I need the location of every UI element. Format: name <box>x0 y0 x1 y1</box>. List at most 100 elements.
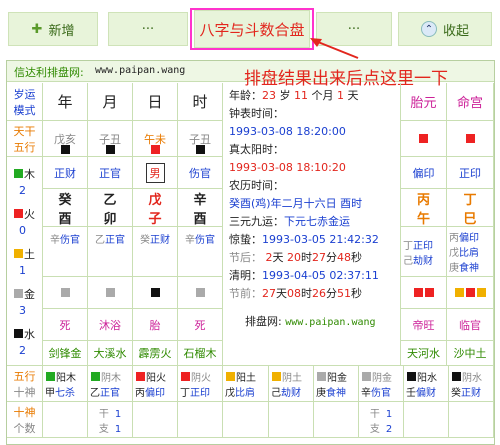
right-nayin: 天河水 <box>401 341 447 366</box>
bottom-item-square <box>362 371 371 381</box>
new-button[interactable]: ✚ 新增 <box>8 12 98 46</box>
age-years-unit: 岁 <box>279 89 291 102</box>
pillar-nayin: 石榴木 <box>178 341 223 366</box>
right-canggan-shishen: 偏印 <box>459 233 479 244</box>
bottom-item-yinyang: 阳金 <box>327 372 347 384</box>
bottom-item-top: 阳土 <box>225 369 256 384</box>
bottom-item: 阳水 壬偏财 <box>404 366 449 402</box>
right-canggan-row: 丙偏印 <box>449 229 479 244</box>
bottom-item-gan: 戊 <box>225 387 235 399</box>
jiehou-days: 2 <box>265 251 273 264</box>
bottom-item-top: 阳木 <box>45 369 76 384</box>
jiehou-seconds: 48 <box>337 251 351 264</box>
site-label: 信达利排盘网: <box>14 66 84 79</box>
qingming-line: 清明：1993-04-05 02:37:11 <box>229 267 394 285</box>
right-square-mark <box>465 134 475 143</box>
site-url[interactable]: www.paipan.wang <box>95 65 185 76</box>
bottom-item: 阴金 辛伤官 <box>359 366 404 402</box>
pillar-gan: 乙 <box>103 192 117 208</box>
more-right-label: ··· <box>347 21 361 37</box>
fire-count: 0 <box>19 224 26 237</box>
jiehou-hour-unit: 时 <box>301 251 312 264</box>
sanyuan-line: 三元九运：下元七赤金运 <box>229 213 394 231</box>
bottom-item-square <box>226 371 235 381</box>
more-left-label: ··· <box>141 21 155 37</box>
pillar-canggan-gan: 辛 <box>185 235 195 246</box>
metal-name: 金 <box>24 288 35 301</box>
bottom-item-bottom: 己劫财 <box>271 384 301 399</box>
pillar-shishen: 男 <box>133 157 178 189</box>
pillar-changsheng: 沐浴 <box>88 309 133 341</box>
pillar-squares <box>133 277 178 309</box>
bottom-item: 阴火 丁正印 <box>178 366 223 402</box>
wuxing-water: 水 <box>13 325 35 344</box>
wood-count: 2 <box>19 184 26 197</box>
count-zhi-row: 支1 <box>99 420 121 435</box>
bottom-count <box>449 402 494 438</box>
jieqian-second-unit: 秒 <box>351 287 362 300</box>
bottom-count: 干1支2 <box>359 402 404 438</box>
pillar-ganzhi: 辛酉 <box>178 189 223 227</box>
bottom-item-yinyang: 阳土 <box>236 372 256 384</box>
pillar-canggan-shishen: 伤官 <box>60 235 80 246</box>
bottom-item-square <box>46 371 55 381</box>
right-shishen: 偏印 <box>401 157 447 189</box>
pillar-canggan-shishen: 正财 <box>150 235 170 246</box>
right-squares <box>447 277 494 309</box>
metal-count: 3 <box>19 304 26 317</box>
footer-url[interactable]: www.paipan.wang <box>285 317 375 328</box>
bottom-item-shishen: 正财 <box>461 387 481 399</box>
collapse-button[interactable]: ⌃ 收起 <box>398 12 492 46</box>
bottom-item-shishen: 正印 <box>190 387 210 399</box>
pillar-ganzhi: 戊子 <box>133 189 178 227</box>
wood-name: 木 <box>24 168 35 181</box>
jieqian-hour-unit: 时 <box>301 287 312 300</box>
pillar-zhi: 酉 <box>58 211 72 227</box>
pillar-canggan-shishen: 伤官 <box>195 235 215 246</box>
bottom-item-top: 阴木 <box>90 369 121 384</box>
bottom-item-yinyang: 阳水 <box>417 372 437 384</box>
right-canggan-gan: 庚 <box>449 263 459 274</box>
bottom-item-square <box>407 371 416 381</box>
right-shishen: 正印 <box>447 157 494 189</box>
right-square-mark <box>424 288 434 297</box>
bottom-item-bottom: 甲七杀 <box>45 384 75 399</box>
chart-merge-tab[interactable]: 八字与斗数合盘 <box>194 10 310 48</box>
tiangan-label-l2: 五行 <box>13 140 36 154</box>
right-nayin: 沙中土 <box>447 341 494 366</box>
right-square <box>447 121 494 157</box>
pillar-shishen-text: 伤官 <box>189 166 211 180</box>
bottom-item-bottom: 辛伤官 <box>361 384 391 399</box>
right-canggan-gan: 己 <box>403 255 413 267</box>
pillar-shishen-text[interactable]: 男 <box>145 162 165 183</box>
bottom-item-bottom: 庚食神 <box>316 384 346 399</box>
pillar-zhi: 卯 <box>103 211 117 227</box>
right-square-mark <box>476 288 486 297</box>
pillar-canggan-gan: 癸 <box>140 235 150 246</box>
pillar-shishen: 正官 <box>88 157 133 189</box>
age-months-unit: 个月 <box>311 89 334 102</box>
right-canggan-shishen: 食神 <box>459 263 479 274</box>
pillar-wuxing: 子丑 <box>178 121 223 157</box>
pillar-changsheng: 胎 <box>133 309 178 341</box>
count-gan-value: 1 <box>114 408 122 420</box>
more-left-button[interactable]: ··· <box>108 12 188 46</box>
bottom-item-bottom: 癸正财 <box>451 384 481 399</box>
bottom-count <box>178 402 223 438</box>
wuxing-fire: 火 <box>13 205 35 224</box>
bottom-item-square <box>317 371 326 381</box>
bottom-item-gan: 辛 <box>361 387 371 399</box>
pillar-wuxing: 午未 <box>133 121 178 157</box>
jieqian-day-unit: 天 <box>276 287 287 300</box>
qingming-label: 清明： <box>229 269 262 282</box>
bottom-item-shishen: 伤官 <box>371 387 391 399</box>
pillar-canggan: 乙正官 <box>88 227 133 277</box>
water-count: 2 <box>19 344 26 357</box>
toolbar: ✚ 新增 ··· 八字与斗数合盘 ··· ⌃ 收起 <box>0 0 500 58</box>
solar-label: 真太阳时： <box>229 143 284 156</box>
bottom-item-gan: 丙 <box>135 387 145 399</box>
right-canggan-gan: 丙 <box>449 233 459 244</box>
bottom-item-top: 阴金 <box>361 369 392 384</box>
pillar-canggan-gan: 乙 <box>95 235 105 246</box>
pillar-wuxing: 戊亥 <box>43 121 88 157</box>
